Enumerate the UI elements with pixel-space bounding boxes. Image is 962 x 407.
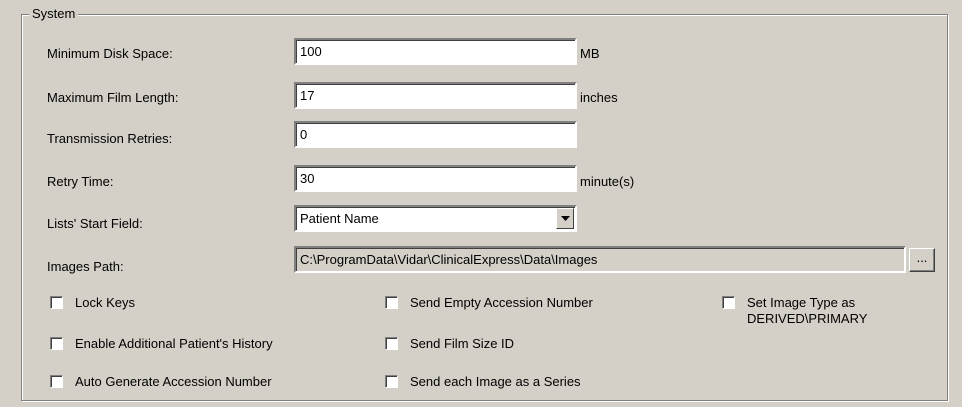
checkbox-box[interactable]: [722, 296, 735, 309]
lock-keys-checkbox[interactable]: Lock Keys: [50, 295, 135, 311]
chevron-down-icon[interactable]: [556, 208, 574, 229]
enable-history-label: Enable Additional Patient's History: [75, 336, 273, 351]
checkbox-box[interactable]: [385, 375, 398, 388]
enable-history-checkbox[interactable]: Enable Additional Patient's History: [50, 336, 273, 352]
set-image-type-line1: Set Image Type as: [747, 295, 856, 310]
images-path-label: Images Path:: [47, 259, 124, 274]
send-film-size-checkbox[interactable]: Send Film Size ID: [385, 336, 514, 352]
checkbox-box[interactable]: [385, 296, 398, 309]
checkbox-box[interactable]: [385, 337, 398, 350]
retry-time-label: Retry Time:: [47, 174, 114, 189]
start-field-label: Lists' Start Field:: [47, 216, 143, 231]
lock-keys-label: Lock Keys: [75, 295, 135, 310]
checkbox-box[interactable]: [50, 296, 63, 309]
checkbox-box[interactable]: [50, 375, 63, 388]
send-each-image-checkbox[interactable]: Send each Image as a Series: [385, 374, 581, 390]
set-image-type-label: Set Image Type as DERIVED\PRIMARY: [747, 295, 867, 327]
start-field-select[interactable]: Patient Name: [294, 205, 577, 232]
browse-button[interactable]: ...: [909, 248, 935, 272]
max-film-input[interactable]: 17: [294, 82, 577, 109]
group-title: System: [29, 6, 79, 22]
set-image-type-line2: DERIVED\PRIMARY: [747, 311, 868, 326]
send-film-size-label: Send Film Size ID: [410, 336, 515, 351]
images-path-field: C:\ProgramData\Vidar\ClinicalExpress\Dat…: [294, 246, 906, 273]
send-empty-accession-checkbox[interactable]: Send Empty Accession Number: [385, 295, 593, 311]
retry-time-input[interactable]: 30: [294, 165, 577, 192]
start-field-value: Patient Name: [300, 211, 379, 226]
retries-label: Transmission Retries:: [47, 131, 173, 146]
send-each-image-label: Send each Image as a Series: [410, 374, 581, 389]
min-disk-input[interactable]: 100: [294, 38, 577, 65]
checkbox-box[interactable]: [50, 337, 63, 350]
min-disk-unit: MB: [580, 46, 600, 61]
auto-accession-checkbox[interactable]: Auto Generate Accession Number: [50, 374, 272, 390]
retries-input[interactable]: 0: [294, 121, 577, 148]
auto-accession-label: Auto Generate Accession Number: [75, 374, 272, 389]
set-image-type-checkbox[interactable]: Set Image Type as DERIVED\PRIMARY: [722, 295, 867, 327]
max-film-unit: inches: [580, 90, 618, 105]
max-film-label: Maximum Film Length:: [47, 90, 179, 105]
send-empty-accession-label: Send Empty Accession Number: [410, 295, 593, 310]
min-disk-label: Minimum Disk Space:: [47, 46, 173, 61]
retry-time-unit: minute(s): [580, 174, 635, 189]
